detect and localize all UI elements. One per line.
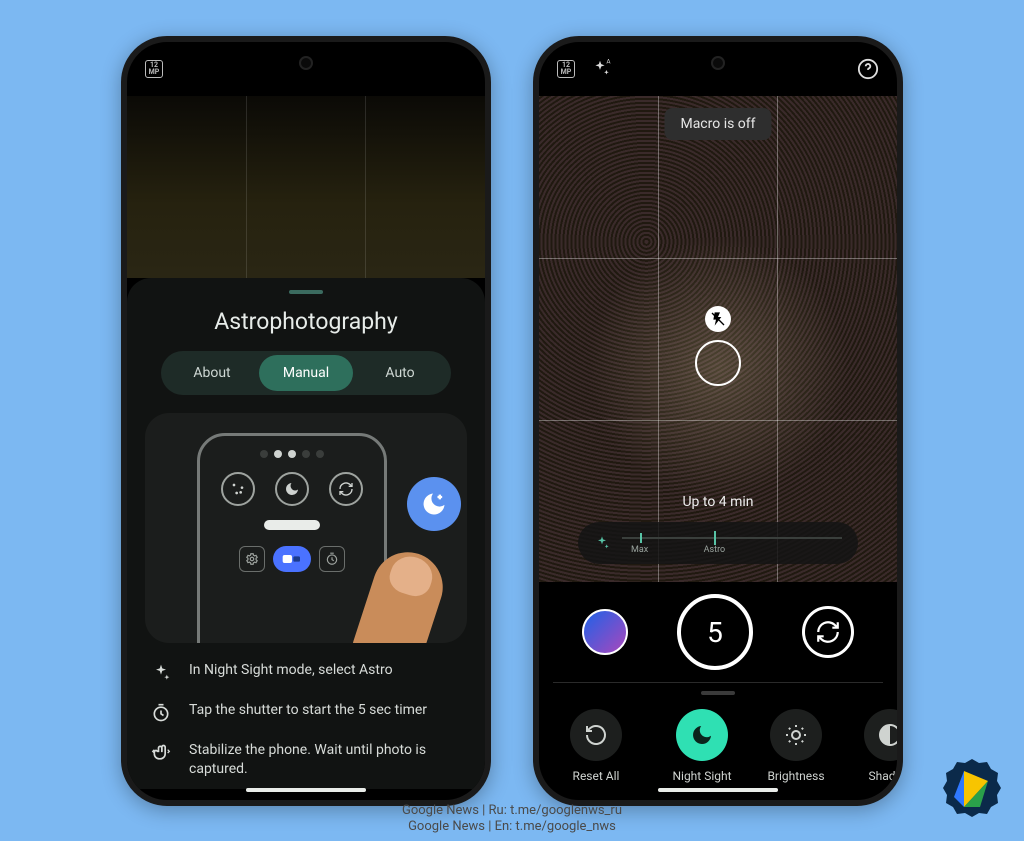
- viewfinder[interactable]: Macro is off Up to 4 min Max Astro: [539, 96, 897, 582]
- camera-notch-icon: [711, 56, 725, 70]
- adjust-label: Reset All: [573, 769, 620, 783]
- help-text: Tap the shutter to start the 5 sec timer: [189, 701, 427, 720]
- megapixel-icon[interactable]: 12 MP: [557, 60, 575, 78]
- demo-illustration: [145, 413, 467, 643]
- macro-off-toast: Macro is off: [664, 108, 771, 140]
- megapixel-icon[interactable]: 12 MP: [145, 60, 163, 78]
- caption-line: Google News | En: t.me/google_nws: [0, 819, 1024, 835]
- contrast-icon: [864, 709, 897, 761]
- tick-label: Astro: [704, 545, 726, 555]
- adjust-label: Brightness: [767, 769, 824, 783]
- enhance-icon[interactable]: A: [589, 58, 611, 80]
- tab-about[interactable]: About: [165, 355, 259, 391]
- refresh-icon: [329, 472, 363, 506]
- demo-mode-row: [200, 472, 384, 506]
- timer-small-icon: [319, 546, 345, 572]
- home-indicator-icon[interactable]: [246, 788, 366, 792]
- stabilize-icon: [149, 741, 173, 763]
- camera-notch-icon: [299, 56, 313, 70]
- demo-shutter-icon: [264, 520, 320, 530]
- exposure-time-label: Up to 4 min: [682, 494, 753, 510]
- camera-toggle-icon: [273, 546, 311, 572]
- grid-line-icon: [539, 258, 897, 259]
- caption: Google News | Ru: t.me/googlenws_ru Goog…: [0, 803, 1024, 836]
- help-row-timer: Tap the shutter to start the 5 sec timer: [149, 701, 463, 723]
- demo-tools-row: [200, 546, 384, 572]
- help-icon[interactable]: [857, 58, 879, 80]
- moon-icon: [275, 472, 309, 506]
- grid-line-icon: [658, 96, 659, 582]
- timer-icon: [149, 701, 173, 723]
- tab-manual[interactable]: Manual: [259, 355, 353, 391]
- svg-text:A: A: [606, 58, 611, 66]
- stars-icon: [221, 472, 255, 506]
- flash-off-icon[interactable]: [705, 306, 731, 332]
- tab-auto[interactable]: Auto: [353, 355, 447, 391]
- astro-sheet: Astrophotography About Manual Auto: [127, 278, 485, 789]
- help-row-stabilize: Stabilize the phone. Wait until photo is…: [149, 741, 463, 779]
- adjust-shadow[interactable]: Shadow: [847, 709, 897, 783]
- drag-handle-icon[interactable]: [701, 691, 735, 695]
- home-indicator-icon[interactable]: [658, 788, 778, 792]
- help-row-night-sight: In Night Sight mode, select Astro: [149, 661, 463, 683]
- moon-icon: [676, 709, 728, 761]
- help-text: In Night Sight mode, select Astro: [189, 661, 393, 680]
- shutter-button[interactable]: 5: [677, 594, 753, 670]
- sparkle-icon: [594, 535, 610, 551]
- phones-row: 12 MP Astrophotography About Manual Auto: [0, 0, 1024, 806]
- caption-line: Google News | Ru: t.me/googlenws_ru: [0, 803, 1024, 819]
- mode-segmented-control: About Manual Auto: [161, 351, 451, 395]
- viewfinder-preview: [127, 96, 485, 278]
- exposure-slider[interactable]: Max Astro: [578, 522, 858, 564]
- sun-icon: [770, 709, 822, 761]
- tick-max-icon: [640, 533, 642, 543]
- phone-camera-live: 12 MP A Macro is off Up to 4 min: [533, 36, 903, 806]
- phone-astrophotography-sheet: 12 MP Astrophotography About Manual Auto: [121, 36, 491, 806]
- shutter-controls: 5: [539, 582, 897, 682]
- switch-camera-button[interactable]: [802, 606, 854, 658]
- astro-badge-icon: [407, 477, 461, 531]
- demo-phone-outline: [197, 433, 387, 643]
- divider-icon: [553, 682, 883, 683]
- focus-ring-icon[interactable]: [695, 340, 741, 386]
- sheet-title: Astrophotography: [145, 308, 467, 335]
- watermark-badge-icon: [940, 757, 1004, 821]
- gear-icon: [239, 546, 265, 572]
- adjustments-row[interactable]: Reset All Night Sight Brightness Shadow: [539, 701, 897, 783]
- reset-icon: [570, 709, 622, 761]
- drag-handle-icon[interactable]: [289, 290, 323, 294]
- grid-line-icon: [539, 420, 897, 421]
- sparkle-icon: [149, 661, 173, 683]
- adjust-reset-all[interactable]: Reset All: [553, 709, 639, 783]
- exposure-track[interactable]: Max Astro: [622, 533, 842, 553]
- tick-astro-icon[interactable]: [714, 531, 716, 545]
- help-list: In Night Sight mode, select Astro Tap th…: [145, 661, 467, 779]
- page-dots-icon: [200, 450, 384, 458]
- gallery-thumbnail[interactable]: [582, 609, 628, 655]
- adjust-label: Shadow: [869, 769, 897, 783]
- tick-label: Max: [631, 545, 648, 555]
- adjust-label: Night Sight: [672, 769, 731, 783]
- adjust-brightness[interactable]: Brightness: [753, 709, 839, 783]
- help-text: Stabilize the phone. Wait until photo is…: [189, 741, 463, 779]
- grid-line-icon: [777, 96, 778, 582]
- adjust-night-sight[interactable]: Night Sight: [659, 709, 745, 783]
